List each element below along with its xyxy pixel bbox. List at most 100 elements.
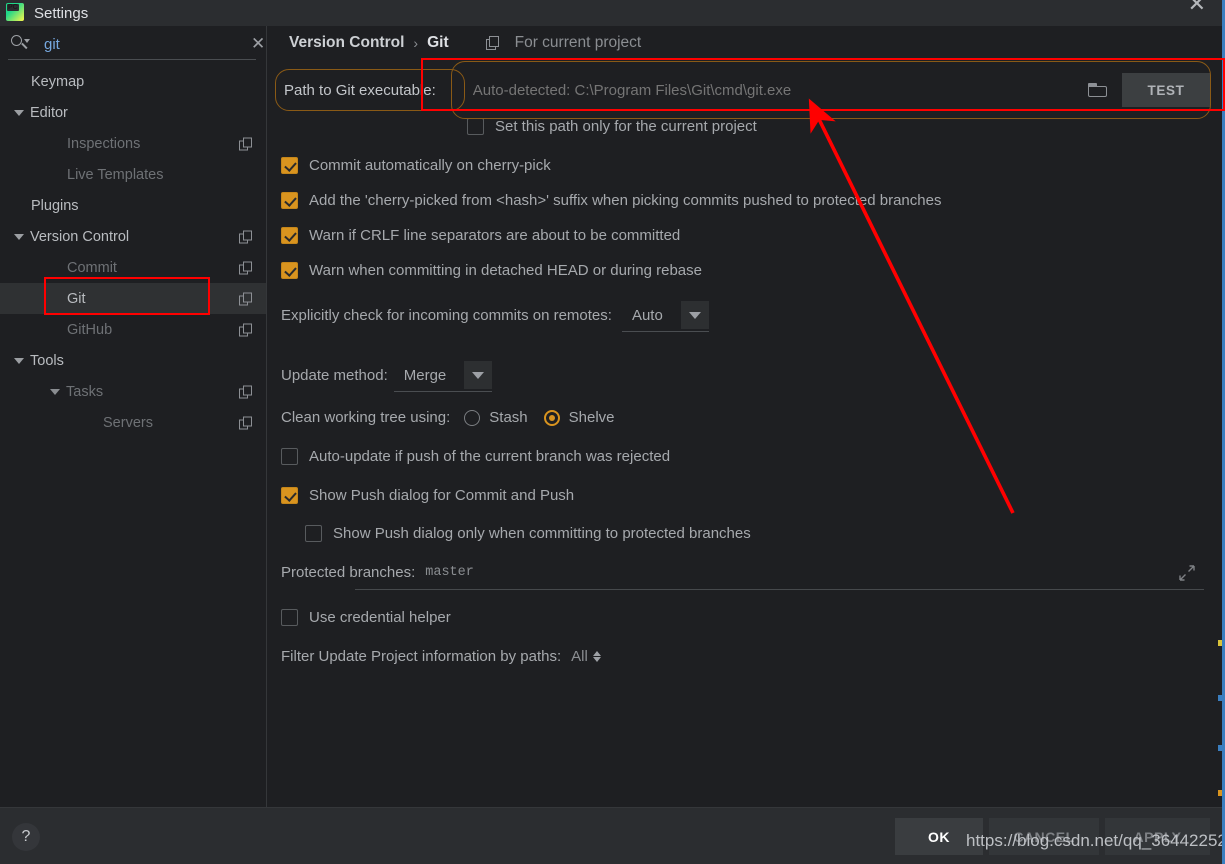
spinner-icon[interactable] xyxy=(592,651,601,662)
chevron-down-icon[interactable] xyxy=(14,233,24,240)
git-option-checkbox[interactable] xyxy=(281,262,298,279)
show-push-dialog-row: Show Push dialog for Commit and Push xyxy=(267,487,1222,504)
ok-button[interactable]: OK xyxy=(895,818,983,855)
git-option-checkbox[interactable] xyxy=(281,227,298,244)
copy-project-icon xyxy=(239,416,252,429)
sidebar-item-version-control[interactable]: Version Control xyxy=(0,221,266,252)
settings-search-row: ✕ xyxy=(0,26,266,62)
git-option-label: Warn when committing in detached HEAD or… xyxy=(309,262,702,279)
sidebar-item-label: Inspections xyxy=(67,135,141,152)
sidebar-item-plugins[interactable]: Plugins xyxy=(0,190,266,221)
git-executable-label: Path to Git executable: xyxy=(284,81,436,99)
help-button[interactable]: ? xyxy=(12,823,40,851)
sidebar-item-label: Live Templates xyxy=(67,166,164,183)
shelve-radio[interactable] xyxy=(543,409,560,426)
pycharm-icon xyxy=(6,3,24,21)
sidebar-item-github[interactable]: GitHub xyxy=(0,314,266,345)
breadcrumb-current: Git xyxy=(427,34,449,51)
git-option-label: Warn if CRLF line separators are about t… xyxy=(309,227,681,244)
copy-project-icon xyxy=(239,385,252,398)
filter-paths-row: Filter Update Project information by pat… xyxy=(267,648,1222,665)
chevron-down-icon[interactable] xyxy=(50,388,60,395)
search-underline xyxy=(8,59,256,60)
auto-update-checkbox[interactable] xyxy=(281,448,298,465)
git-executable-row: Path to Git executable: TEST xyxy=(267,61,1222,119)
scope-label: For current project xyxy=(514,34,642,51)
update-method-dropdown[interactable]: Merge xyxy=(393,361,493,392)
incoming-commits-value: Auto xyxy=(631,306,663,324)
test-button[interactable]: TEST xyxy=(1122,73,1210,107)
git-option-checkbox[interactable] xyxy=(281,157,298,174)
sidebar-item-label: Git xyxy=(67,290,86,307)
settings-dialog: Settings ✕ ✕ Keymap Editor Inspections Live… xyxy=(0,0,1225,864)
expand-diagonal-icon[interactable] xyxy=(1178,564,1196,582)
set-path-only-checkbox[interactable] xyxy=(467,118,484,135)
sidebar-item-label: Editor xyxy=(30,104,68,121)
show-push-dialog-checkbox[interactable] xyxy=(281,487,298,504)
sidebar-item-servers[interactable]: Servers xyxy=(0,407,266,438)
clean-tree-row: Clean working tree using: Stash Shelve xyxy=(267,409,1222,426)
git-executable-input[interactable] xyxy=(456,71,1076,109)
breadcrumb-separator: › xyxy=(413,35,419,51)
credential-helper-label: Use credential helper xyxy=(309,609,451,626)
search-input[interactable] xyxy=(32,35,243,53)
filter-paths-label: Filter Update Project information by pat… xyxy=(281,648,562,665)
clean-tree-label: Clean working tree using: xyxy=(281,409,451,426)
search-icon[interactable] xyxy=(10,33,32,55)
protected-branches-underline xyxy=(355,589,1204,590)
show-push-protected-checkbox[interactable] xyxy=(305,525,322,542)
set-path-only-row: Set this path only for the current proje… xyxy=(267,118,1222,135)
breadcrumb-parent[interactable]: Version Control xyxy=(289,34,404,52)
shelve-label: Shelve xyxy=(568,409,615,426)
protected-branches-value[interactable]: master xyxy=(425,565,474,580)
git-option-row: Commit automatically on cherry-pick xyxy=(267,157,1222,174)
credential-helper-row: Use credential helper xyxy=(267,609,1222,626)
cancel-button[interactable]: CANCEL xyxy=(989,818,1099,855)
protected-branches-label: Protected branches: xyxy=(281,564,416,581)
update-method-row: Update method: Merge xyxy=(267,361,1222,392)
sidebar-item-label: Plugins xyxy=(31,197,79,214)
auto-update-row: Auto-update if push of the current branc… xyxy=(267,448,1222,465)
chevron-down-icon[interactable] xyxy=(14,357,24,364)
chevron-down-icon[interactable] xyxy=(464,361,493,389)
auto-update-label: Auto-update if push of the current branc… xyxy=(309,448,671,465)
close-icon[interactable]: ✕ xyxy=(1188,0,1206,16)
git-option-row: Add the 'cherry-picked from <hash>' suff… xyxy=(267,192,1222,209)
sidebar-item-live-templates[interactable]: Live Templates xyxy=(0,159,266,190)
sidebar-item-label: Tasks xyxy=(66,383,104,400)
stash-radio[interactable] xyxy=(464,409,481,426)
git-option-label: Commit automatically on cherry-pick xyxy=(309,157,551,174)
show-push-dialog-label: Show Push dialog for Commit and Push xyxy=(309,487,575,504)
sidebar-item-commit[interactable]: Commit xyxy=(0,252,266,283)
copy-project-icon xyxy=(239,292,252,305)
copy-project-icon xyxy=(239,137,252,150)
sidebar-item-inspections[interactable]: Inspections xyxy=(0,128,266,159)
chevron-down-icon[interactable] xyxy=(680,301,709,329)
apply-button[interactable]: APPLY xyxy=(1105,818,1210,855)
git-option-checkbox[interactable] xyxy=(281,192,298,209)
sidebar-item-editor[interactable]: Editor xyxy=(0,97,266,128)
settings-sidebar: ✕ Keymap Editor Inspections Live Templates P… xyxy=(0,26,266,807)
copy-project-icon xyxy=(239,323,252,336)
git-options-group: Commit automatically on cherry-pick Add t… xyxy=(267,157,1222,279)
update-method-value: Merge xyxy=(403,366,447,384)
sidebar-item-tasks[interactable]: Tasks xyxy=(0,376,266,407)
protected-branches-row: Protected branches: master xyxy=(267,564,1222,590)
stash-label: Stash xyxy=(489,409,528,426)
settings-tree: Keymap Editor Inspections Live Templates Plu… xyxy=(0,66,266,438)
credential-helper-checkbox[interactable] xyxy=(281,609,298,626)
sidebar-item-tools[interactable]: Tools xyxy=(0,345,266,376)
folder-icon[interactable] xyxy=(1088,82,1110,99)
sidebar-item-label: GitHub xyxy=(67,321,113,338)
sidebar-item-label: Commit xyxy=(67,259,117,276)
git-option-label: Add the 'cherry-picked from <hash>' suff… xyxy=(309,192,942,209)
title-bar: Settings ✕ xyxy=(0,0,1222,26)
filter-paths-value[interactable]: All xyxy=(571,648,588,665)
incoming-commits-dropdown[interactable]: Auto xyxy=(621,301,709,332)
sidebar-item-git[interactable]: Git xyxy=(0,283,266,314)
copy-project-icon xyxy=(239,261,252,274)
sidebar-item-keymap[interactable]: Keymap xyxy=(0,66,266,97)
window-title: Settings xyxy=(34,4,89,22)
sidebar-item-label: Version Control xyxy=(30,228,130,245)
chevron-down-icon[interactable] xyxy=(14,109,24,116)
